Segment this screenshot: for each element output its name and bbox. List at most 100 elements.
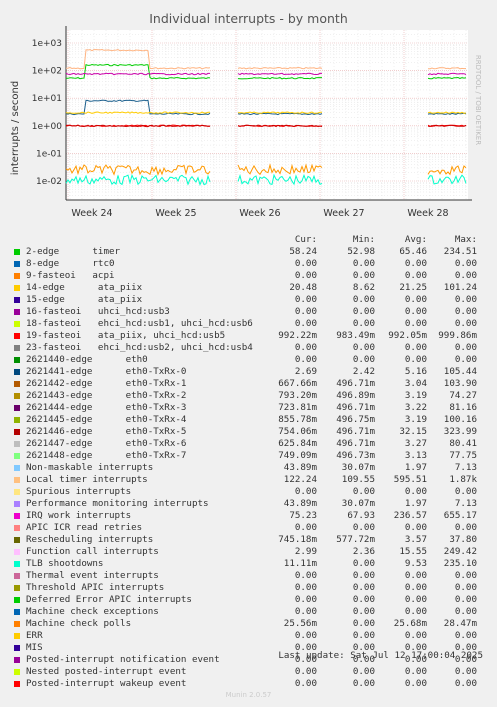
legend-max: 0.00 [454, 318, 477, 329]
legend-max: 0.00 [454, 486, 477, 497]
legend-max: 77.75 [449, 450, 477, 461]
legend-max: 0.00 [454, 666, 477, 677]
legend-max: 999.86m [438, 330, 477, 341]
legend-row: 16-fasteoi uhci_hcd:usb3 0.00 0.00 0.00 0.00 [0, 306, 497, 318]
legend-name: 9-fasteoi acpi [26, 270, 115, 281]
legend-name: 2621446-edge eth0-TxRx-5 [26, 426, 187, 437]
legend-swatch [14, 489, 20, 495]
legend-swatch [14, 273, 20, 279]
plot-area [66, 30, 468, 200]
legend-name: Local timer interrupts [26, 474, 148, 485]
legend-row: 23-fasteoi ehci_hcd:usb2, uhci_hcd:usb4 0… [0, 342, 497, 354]
legend-swatch [14, 549, 20, 555]
legend-swatch [14, 537, 20, 543]
legend-name: 2621448-edge eth0-TxRx-7 [26, 450, 187, 461]
legend-swatch [14, 369, 20, 375]
legend-max: 0.00 [454, 594, 477, 605]
legend-max: 0.00 [454, 570, 477, 581]
legend-max: 0.00 [454, 258, 477, 269]
legend-swatch [14, 441, 20, 447]
legend-row: 2621445-edge eth0-TxRx-4 855.78m 496.75m 3.… [0, 414, 497, 426]
y-tick-label: 1e+00 [32, 122, 63, 132]
legend-row: 18-fasteoi ehci_hcd:usb1, uhci_hcd:usb6 0… [0, 318, 497, 330]
legend-name: 2621444-edge eth0-TxRx-3 [26, 402, 187, 413]
legend-name: Threshold APIC interrupts [26, 582, 165, 593]
chart-plot: 1e+03 1e+02 1e+01 1e+00 1e-01 1e-02 Week 24 Wee… [32, 26, 472, 219]
legend-name: IRQ work interrupts [26, 510, 132, 521]
y-tick-label: 1e+03 [32, 39, 62, 49]
legend-row: 19-fasteoi ata_piix, uhci_hcd:usb5 992.22… [0, 330, 497, 342]
y-tick-label: 1e-01 [36, 149, 62, 159]
legend-swatch [14, 309, 20, 315]
legend-row: 2621448-edge eth0-TxRx-7 749.09m 496.73m 3.… [0, 450, 497, 462]
legend-name: Spurious interrupts [26, 486, 132, 497]
legend-header-max: Max: [454, 234, 477, 245]
legend-name: Machine check exceptions [26, 606, 159, 617]
legend-max: 28.47m [443, 618, 477, 629]
legend-row: 9-fasteoi acpi 0.00 0.00 0.00 0.00 [0, 270, 497, 282]
legend-max: 0.00 [454, 582, 477, 593]
legend-max: 81.16 [449, 402, 477, 413]
legend-swatch [14, 405, 20, 411]
legend-row: Function call interrupts 2.99 2.36 15.55 249… [0, 546, 497, 558]
x-tick-label: Week 27 [323, 208, 364, 219]
legend-max: 1.87k [449, 474, 477, 485]
legend-name: 19-fasteoi ata_piix, uhci_hcd:usb5 [26, 330, 226, 341]
legend-swatch [14, 585, 20, 591]
legend-row: 2621447-edge eth0-TxRx-6 625.84m 496.71m 3.… [0, 438, 497, 450]
legend-name: 2621440-edge eth0 [26, 354, 148, 365]
legend-swatch [14, 261, 20, 267]
legend-swatch [14, 249, 20, 255]
legend-name: ERR [26, 630, 43, 641]
legend-name: APIC ICR read retries [26, 522, 143, 533]
x-tick-label: Week 24 [71, 208, 112, 219]
legend-swatch [14, 393, 20, 399]
legend-row: 2621441-edge eth0-TxRx-0 2.69 2.42 5.16 105.… [0, 366, 497, 378]
legend-row: Posted-interrupt wakeup event 0.00 0.00 0.0… [0, 678, 497, 690]
legend-swatch [14, 417, 20, 423]
legend-row: Nested posted-interrupt event 0.00 0.00 0.0… [0, 666, 497, 678]
legend-swatch [14, 297, 20, 303]
legend-row: Thermal event interrupts 0.00 0.00 0.00 0.00 [0, 570, 497, 582]
legend-name: 2621441-edge eth0-TxRx-0 [26, 366, 187, 377]
legend-row: Machine check exceptions 0.00 0.00 0.00 0.00 [0, 606, 497, 618]
legend-name: MIS [26, 642, 43, 653]
legend-max: 235.10 [443, 558, 477, 569]
legend-max: 100.16 [443, 414, 477, 425]
y-tick-label: 1e+02 [32, 67, 62, 77]
legend-name: 2621442-edge eth0-TxRx-1 [26, 378, 187, 389]
legend-name: 15-edge ata_piix [26, 294, 143, 305]
legend-swatch [14, 561, 20, 567]
legend-swatch [14, 681, 20, 687]
legend-row: Local timer interrupts 122.24 109.55 595.51… [0, 474, 497, 486]
legend-swatch [14, 477, 20, 483]
legend-max: 37.80 [449, 534, 477, 545]
last-update: Last update: Sat Jul 12 17:00:04 2025 [278, 650, 483, 661]
legend-row: 15-edge ata_piix 0.00 0.00 0.00 0.00 [0, 294, 497, 306]
legend-row: 2621440-edge eth0 0.00 0.00 0.00 0.00 [0, 354, 497, 366]
legend-swatch [14, 525, 20, 531]
legend-max: 655.17 [443, 510, 477, 521]
legend-max: 105.44 [443, 366, 477, 377]
legend-max: 101.24 [443, 282, 477, 293]
legend-row: ERR 0.00 0.00 0.00 0.00 [0, 630, 497, 642]
legend-swatch [14, 657, 20, 663]
legend-swatch [14, 633, 20, 639]
legend-row: Threshold APIC interrupts 0.00 0.00 0.00 0.0… [0, 582, 497, 594]
legend-row: 2-edge timer 58.24 52.98 65.46 234.51 [0, 246, 497, 258]
legend-name: 2621447-edge eth0-TxRx-6 [26, 438, 187, 449]
legend-name: Performance monitoring interrupts [26, 498, 209, 509]
legend-swatch [14, 669, 20, 675]
legend-row: Machine check polls 25.56m 0.00 25.68m 28.47… [0, 618, 497, 630]
legend-swatch [14, 513, 20, 519]
legend-swatch [14, 573, 20, 579]
legend-swatch [14, 285, 20, 291]
legend-swatch [14, 597, 20, 603]
legend-max: 7.13 [454, 498, 477, 509]
legend-max: 74.27 [449, 390, 477, 401]
x-tick-label: Week 26 [239, 208, 280, 219]
legend-max: 7.13 [454, 462, 477, 473]
legend-swatch [14, 357, 20, 363]
legend-swatch [14, 465, 20, 471]
legend-row: 2621444-edge eth0-TxRx-3 723.81m 496.71m 3.… [0, 402, 497, 414]
